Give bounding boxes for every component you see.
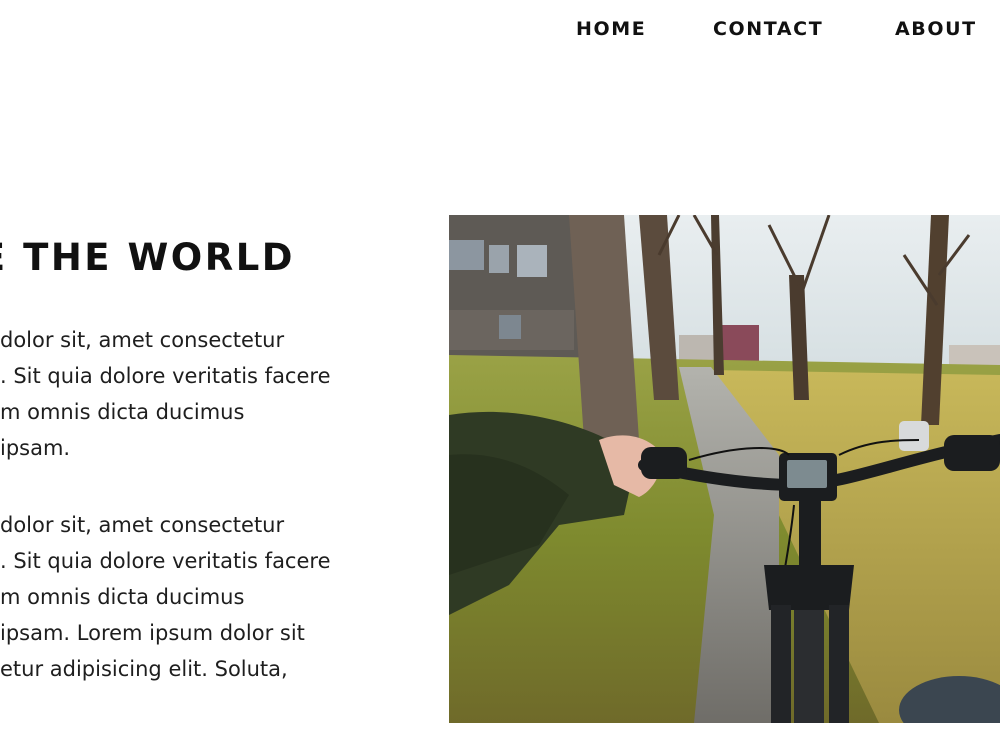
paragraph-line: dolor sit, amet consectetur xyxy=(0,513,285,537)
paragraph-line: m omnis dicta ducimus xyxy=(0,585,245,609)
nav-link-contact[interactable]: CONTACT xyxy=(713,18,823,40)
hero-paragraph-2: dolor sit, amet consectetur . Sit quia d… xyxy=(0,507,380,687)
paragraph-line: . Sit quia dolore veritatis facere xyxy=(0,549,331,573)
photo-illustration xyxy=(449,215,1000,723)
bicycle-ride-photo xyxy=(449,215,1000,723)
paragraph-line: m omnis dicta ducimus xyxy=(0,400,245,424)
page: HOME CONTACT ABOUT E THE WORLD dolor sit… xyxy=(0,0,1000,750)
hero-title: E THE WORLD xyxy=(0,236,295,279)
paragraph-line: etur adipisicing elit. Soluta, xyxy=(0,657,288,681)
hero-paragraph-1: dolor sit, amet consectetur . Sit quia d… xyxy=(0,322,380,466)
nav-link-home[interactable]: HOME xyxy=(576,18,646,40)
paragraph-line: . Sit quia dolore veritatis facere xyxy=(0,364,331,388)
nav-link-about[interactable]: ABOUT xyxy=(895,18,977,40)
paragraph-line: ipsam. Lorem ipsum dolor sit xyxy=(0,621,305,645)
paragraph-line: ipsam. xyxy=(0,436,71,460)
main-nav: HOME CONTACT ABOUT xyxy=(0,18,1000,44)
paragraph-line: dolor sit, amet consectetur xyxy=(0,328,285,352)
